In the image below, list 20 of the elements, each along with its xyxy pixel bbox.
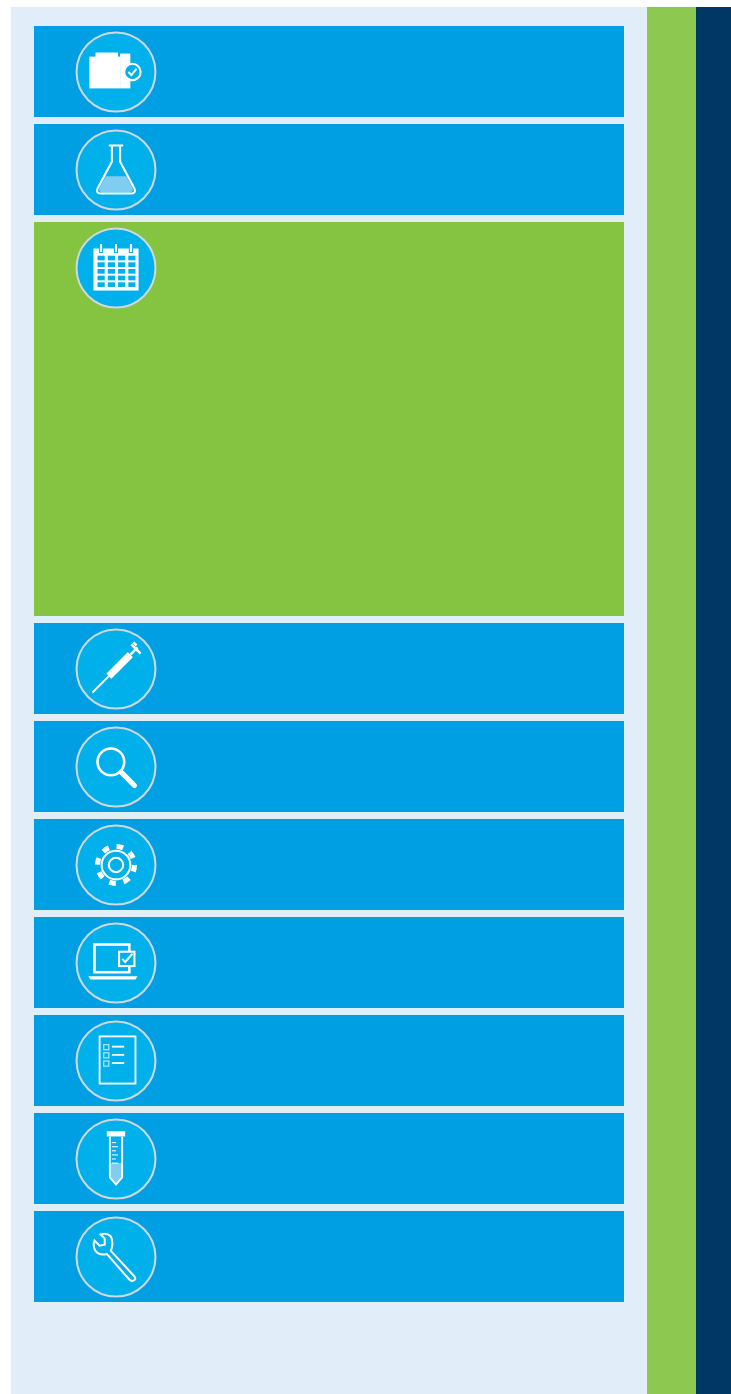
menu-tile[interactable] <box>34 1113 624 1204</box>
folder-icon <box>75 31 157 113</box>
checklist-icon <box>75 1020 157 1102</box>
menu-tile[interactable] <box>34 623 624 714</box>
calendar-icon <box>75 227 157 309</box>
menu-tile[interactable] <box>34 819 624 910</box>
menu-tile[interactable] <box>34 1015 624 1106</box>
search-icon <box>75 726 157 808</box>
menu-tile[interactable] <box>34 721 624 812</box>
gear-icon <box>75 824 157 906</box>
pipette-icon <box>75 628 157 710</box>
menu-tile[interactable] <box>34 1211 624 1302</box>
menu-tile[interactable] <box>34 917 624 1008</box>
menu-tile[interactable] <box>34 124 624 215</box>
flask-icon <box>75 129 157 211</box>
laptop-icon <box>75 922 157 1004</box>
wrench-icon <box>75 1216 157 1298</box>
menu-tile[interactable] <box>34 222 624 616</box>
test-tube-icon <box>75 1118 157 1200</box>
menu-tile[interactable] <box>34 26 624 117</box>
